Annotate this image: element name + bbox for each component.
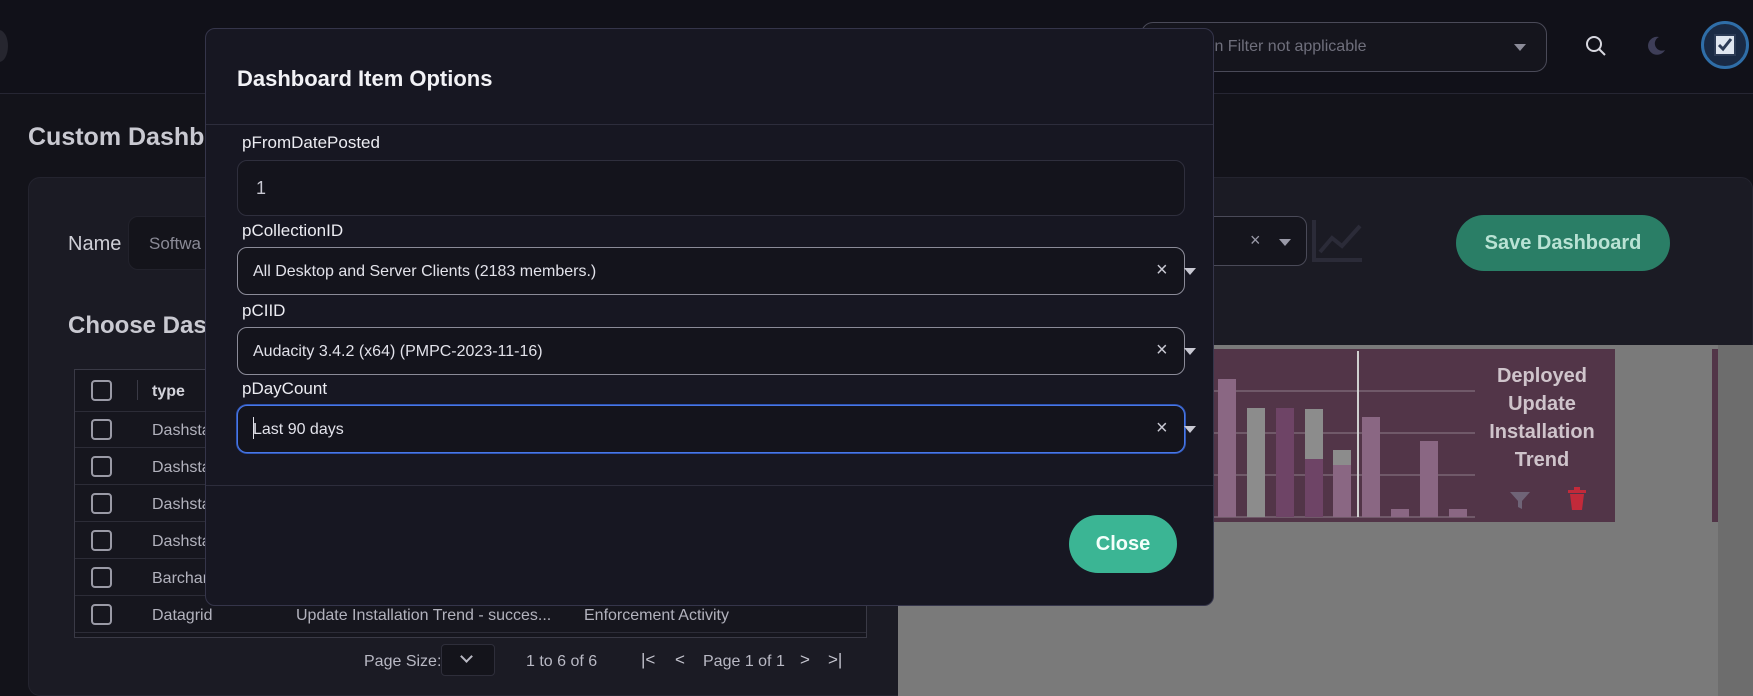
clear-icon[interactable]: × xyxy=(1156,259,1168,282)
sidebar-toggle[interactable] xyxy=(0,30,8,62)
day-count-select[interactable]: Last 90 days × xyxy=(237,405,1196,453)
name-input-value: Softwa xyxy=(149,234,201,253)
row-checkbox[interactable] xyxy=(91,456,112,477)
line-chart-icon[interactable] xyxy=(1310,216,1366,266)
day-count-value: Last 90 days xyxy=(253,421,344,438)
grid-pager: Page Size: 1 to 6 of 6 |< < Page 1 of 1 … xyxy=(74,639,867,683)
search-icon[interactable] xyxy=(1583,33,1609,59)
from-date-posted-input[interactable]: 1 xyxy=(237,160,1185,216)
name-label: Name xyxy=(68,233,122,255)
next-page-icon[interactable]: > xyxy=(800,650,810,670)
chevron-down-icon[interactable] xyxy=(1184,268,1196,275)
row-type: Datagrid xyxy=(152,607,213,624)
row-name: Update Installation Trend - succes... xyxy=(296,607,552,624)
ciid-select[interactable]: Audacity 3.4.2 (x64) (PMPC-2023-11-16) × xyxy=(237,327,1196,375)
user-avatar-icon xyxy=(1714,34,1736,56)
row-checkbox[interactable] xyxy=(91,419,112,440)
clear-icon[interactable]: × xyxy=(1250,230,1261,251)
row-category: Enforcement Activity xyxy=(584,607,729,624)
chart-bar xyxy=(1276,408,1294,517)
collection-filter-text: ion Filter not applicable xyxy=(1202,38,1367,55)
chevron-down-icon xyxy=(1514,44,1526,51)
column-divider xyxy=(137,380,138,400)
row-checkbox[interactable] xyxy=(91,567,112,588)
column-header-type[interactable]: type xyxy=(152,383,185,401)
first-page-icon[interactable]: |< xyxy=(641,650,655,670)
modal-header: Dashboard Item Options xyxy=(206,29,1213,125)
previous-page-icon[interactable]: < xyxy=(675,650,685,670)
field-label-collection-id: pCollectionID xyxy=(242,221,344,240)
field-label-ciid: pCIID xyxy=(242,301,286,320)
select-all-checkbox[interactable] xyxy=(91,380,112,401)
row-type: Dashsta xyxy=(152,459,211,476)
page-size-select[interactable] xyxy=(441,644,495,676)
filter-icon[interactable] xyxy=(1508,490,1532,512)
row-type: Dashsta xyxy=(152,496,211,513)
modal-title: Dashboard Item Options xyxy=(237,66,493,91)
preview-area-edge xyxy=(1718,345,1753,696)
row-count-text: 1 to 6 of 6 xyxy=(526,653,598,670)
chart-bar xyxy=(1420,441,1438,517)
moon-icon[interactable] xyxy=(1643,33,1669,59)
chart-bar xyxy=(1333,465,1351,517)
row-checkbox[interactable] xyxy=(91,604,112,625)
dashboard-item-options-dialog: Dashboard Item Options pFromDatePosted 1… xyxy=(205,28,1214,606)
row-checkbox[interactable] xyxy=(91,493,112,514)
collection-id-value: All Desktop and Server Clients (2183 mem… xyxy=(253,263,597,280)
clear-icon[interactable]: × xyxy=(1156,417,1168,440)
trend-chart-thumbnail xyxy=(1195,351,1475,518)
choose-section-title: Choose Das xyxy=(68,312,207,339)
page-title: Custom Dashb xyxy=(28,123,205,151)
chart-bar xyxy=(1362,417,1380,517)
modal-footer-divider xyxy=(206,485,1213,486)
ciid-value: Audacity 3.4.2 (x64) (PMPC-2023-11-16) xyxy=(253,343,543,360)
trash-icon[interactable] xyxy=(1567,487,1587,511)
close-button[interactable]: Close xyxy=(1069,515,1177,573)
row-type: Dashsta xyxy=(152,533,211,550)
row-type: Dashsta xyxy=(152,422,211,439)
chevron-down-icon xyxy=(460,650,473,663)
dashboard-item-card[interactable]: Deployed Update Installation Trend xyxy=(1195,349,1615,522)
chart-bar xyxy=(1333,450,1351,465)
clear-icon[interactable]: × xyxy=(1156,339,1168,362)
avatar[interactable] xyxy=(1701,21,1749,69)
row-checkbox[interactable] xyxy=(91,530,112,551)
collection-id-select[interactable]: All Desktop and Server Clients (2183 mem… xyxy=(237,247,1196,295)
page-size-label: Page Size: xyxy=(364,653,442,670)
chart-bar xyxy=(1247,408,1265,517)
chart-bar xyxy=(1305,459,1323,517)
chevron-down-icon[interactable] xyxy=(1279,239,1291,246)
field-label-from-date-posted: pFromDatePosted xyxy=(242,133,380,152)
page-indicator: Page 1 of 1 xyxy=(703,653,785,670)
chart-bar xyxy=(1449,509,1467,517)
chart-bar xyxy=(1305,409,1323,459)
chart-bar xyxy=(1391,509,1409,517)
chevron-down-icon[interactable] xyxy=(1184,348,1196,355)
from-date-posted-value: 1 xyxy=(256,178,267,198)
last-page-icon[interactable]: >| xyxy=(828,650,842,670)
field-label-day-count: pDayCount xyxy=(242,379,328,398)
card-title: Deployed Update Installation Trend xyxy=(1489,365,1595,471)
chart-bar xyxy=(1218,379,1236,517)
chevron-down-icon[interactable] xyxy=(1184,426,1196,433)
row-type: Barchar xyxy=(152,570,209,587)
save-dashboard-button[interactable]: Save Dashboard xyxy=(1456,215,1670,271)
